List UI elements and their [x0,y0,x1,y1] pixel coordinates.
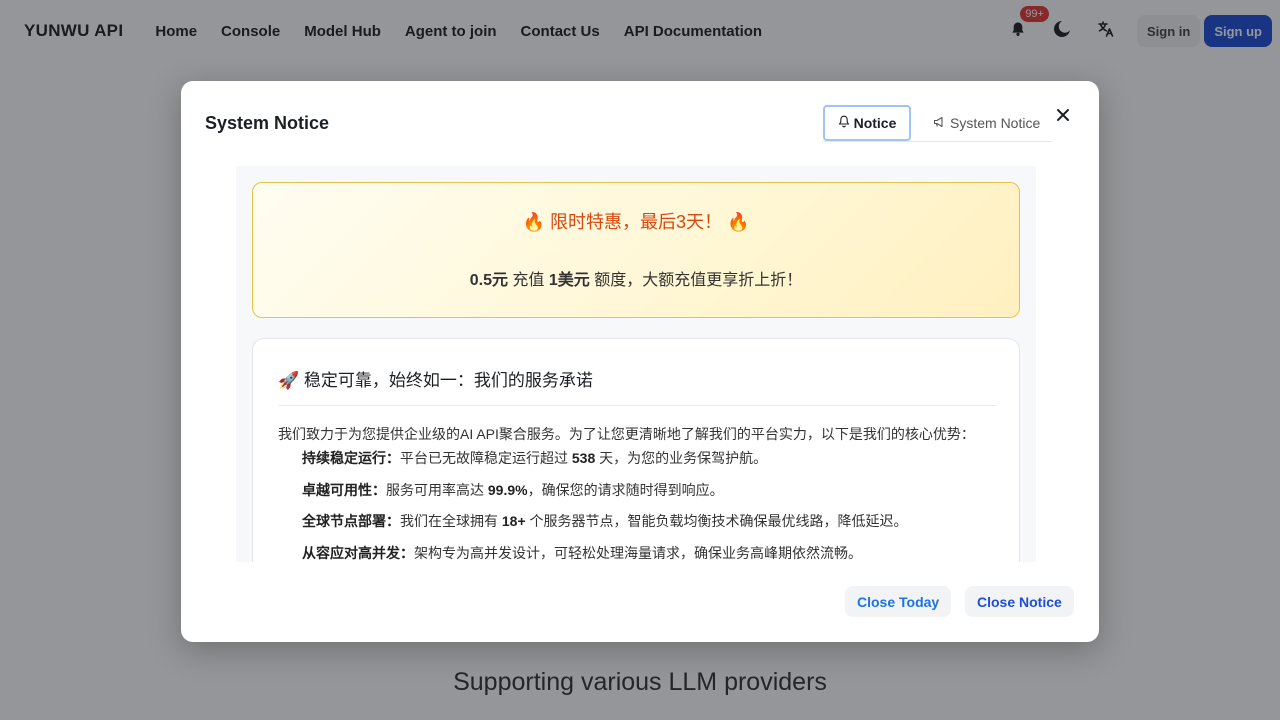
feature-text: 架构专为高并发设计，可轻松处理海量请求，确保业务高峰期依然流畅。 [414,545,862,561]
tab-notice[interactable]: Notice [823,105,911,141]
feature-label: 全球节点部署： [302,513,400,529]
card-title: 🚀 稳定可靠，始终如一：我们的服务承诺 [278,371,593,390]
notice-content-area[interactable]: 🔥 限时特惠，最后3天！ 🔥 0.5元 充值 1美元 额度，大额充值更享折上折！… [236,166,1036,562]
card-intro: 我们致力于为您提供企业级的AI API聚合服务。为了让您更清晰地了解我们的平台实… [278,426,975,442]
feature-text-end: ，确保您的请求随时得到响应。 [527,482,724,498]
close-icon [1056,108,1070,127]
service-promise-card: 🚀 稳定可靠，始终如一：我们的服务承诺 我们致力于为您提供企业级的AI API聚… [252,338,1020,562]
promo-charge-text: 充值 [507,272,549,289]
feature-text-end: 个服务器节点，智能负载均衡技术确保最优线路，降低延迟。 [525,513,908,529]
promo-rest-text: 额度，大额充值更享折上折！ [589,272,803,289]
close-notice-button[interactable]: Close Notice [965,586,1074,617]
feature-label: 卓越可用性： [302,482,386,498]
promo-title: 🔥 限时特惠，最后3天！ 🔥 [522,212,750,232]
feature-value: 99.9% [487,482,528,498]
modal-close-button[interactable] [1053,107,1073,127]
megaphone-icon [933,115,950,131]
feature-text: 我们在全球拥有 [400,513,502,529]
feature-text: 服务可用率高达 [386,482,488,498]
feature-value: 18+ [501,513,526,529]
promo-banner: 🔥 限时特惠，最后3天！ 🔥 0.5元 充值 1美元 额度，大额充值更享折上折！ [252,182,1020,318]
close-today-button[interactable]: Close Today [845,586,952,617]
feature-item: 从容应对高并发：架构专为高并发设计，可轻松处理海量请求，确保业务高峰期依然流畅。 [302,543,862,562]
modal-title: System Notice [205,113,330,133]
feature-item: 全球节点部署：我们在全球拥有 18+ 个服务器节点，智能负载均衡技术确保最优线路… [302,511,908,531]
promo-price: 0.5元 [469,272,508,289]
promo-description: 0.5元 充值 1美元 额度，大额充值更享折上折！ [253,266,1019,290]
card-divider [278,405,996,406]
promo-amount: 1美元 [548,272,590,289]
modal-tabs: Notice System Notice [823,105,1051,142]
tab-notice-label: Notice [853,115,897,131]
feature-text-end: 天，为您的业务保驾护航。 [595,450,768,466]
feature-label: 从容应对高并发： [302,545,414,561]
feature-value: 538 [571,450,596,466]
system-notice-modal: System Notice Notice System Notice 🔥 限时特… [181,81,1099,642]
notice-bell-icon [838,115,854,131]
feature-label: 持续稳定运行： [302,450,400,466]
feature-text: 平台已无故障稳定运行超过 [400,450,572,466]
tab-system-notice-label: System Notice [950,115,1041,131]
feature-item: 持续稳定运行：平台已无故障稳定运行超过 538 天，为您的业务保驾护航。 [302,448,767,468]
tab-system-notice[interactable]: System Notice [911,105,1040,141]
feature-item: 卓越可用性：服务可用率高达 99.9%，确保您的请求随时得到响应。 [302,480,724,500]
